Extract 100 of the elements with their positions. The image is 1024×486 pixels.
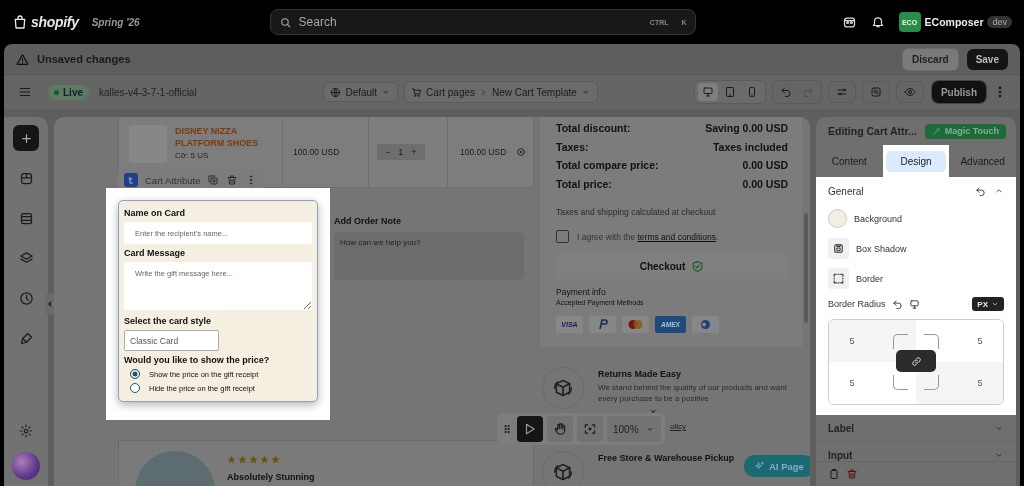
settings-icon[interactable] xyxy=(19,424,33,438)
unsaved-changes-title: Unsaved changes xyxy=(37,53,131,65)
order-note-field[interactable]: How can we help you? xyxy=(334,232,524,280)
field-label: Card Message xyxy=(124,248,187,258)
gradient-orb-icon[interactable] xyxy=(12,452,40,480)
magnifier-square-icon xyxy=(869,86,882,98)
checkout-note: Taxes and shipping calculated at checkout xyxy=(556,207,717,217)
menu-icon[interactable] xyxy=(18,85,32,99)
focus-tool-button[interactable] xyxy=(577,416,603,442)
cart-icon xyxy=(411,86,423,98)
card-style-select[interactable]: Classic Card xyxy=(124,330,219,351)
settings-tab[interactable]: Design xyxy=(882,145,950,177)
radio-button[interactable] xyxy=(130,369,140,379)
dev-badge: dev xyxy=(987,16,1012,28)
logo-text[interactable]: shopify xyxy=(31,14,79,30)
search-input[interactable]: Search xyxy=(296,14,637,30)
summary-label: Total price: xyxy=(556,177,612,190)
delete-icon[interactable] xyxy=(846,468,858,480)
eye-icon xyxy=(903,86,916,98)
desktop-icon[interactable] xyxy=(908,298,920,310)
box-icon xyxy=(18,170,34,186)
field-label: Name on Card xyxy=(124,208,186,218)
radius-value-field[interactable]: 5 xyxy=(957,336,1003,346)
feature-title: Free Store & Warehouse Pickup xyxy=(598,453,735,463)
inspect-button[interactable] xyxy=(861,81,890,103)
tablet-icon xyxy=(723,86,736,98)
terms-link[interactable]: terms and conditions xyxy=(637,231,716,242)
corner-radius-icon xyxy=(893,334,908,349)
increase-button[interactable]: + xyxy=(411,147,417,157)
breadcrumb-item[interactable]: Cart pages xyxy=(426,86,475,98)
clock-icon xyxy=(18,290,34,306)
remove-icon[interactable] xyxy=(516,147,527,157)
border-setting-button[interactable] xyxy=(828,268,849,289)
setting-label[interactable]: Border xyxy=(856,273,883,284)
language-dropdown[interactable]: Default xyxy=(323,82,399,102)
clipboard-icon[interactable] xyxy=(828,468,840,480)
duplicate-icon[interactable] xyxy=(207,174,220,186)
store-name[interactable]: EComposer xyxy=(924,16,984,28)
shopping-bag-icon xyxy=(12,14,28,30)
store-icon[interactable] xyxy=(841,14,857,30)
zoom-dropdown[interactable]: 100% xyxy=(607,416,661,442)
panel-title: Editing Cart Attr... xyxy=(828,125,917,137)
link-values-button[interactable] xyxy=(896,350,936,372)
save-button[interactable]: Save xyxy=(966,48,1008,70)
link-icon xyxy=(910,355,922,367)
element-type-icon xyxy=(124,173,138,187)
decrease-button[interactable]: − xyxy=(385,147,391,157)
preview-button[interactable] xyxy=(895,81,924,103)
summary-value: 0.00 USD xyxy=(742,159,788,172)
ai-page-button[interactable]: AI Page xyxy=(744,455,810,477)
unit-price: 100.00 USD xyxy=(293,147,340,157)
search-icon xyxy=(278,15,292,29)
terms-checkbox[interactable] xyxy=(556,230,569,243)
reset-icon[interactable] xyxy=(975,185,986,197)
desktop-view-button[interactable] xyxy=(697,83,718,101)
publish-button[interactable]: Publish xyxy=(931,81,986,103)
focus-icon xyxy=(583,422,597,436)
sliders-button[interactable] xyxy=(827,81,856,103)
corner-radius-icon xyxy=(924,334,939,349)
unit-dropdown[interactable]: PX xyxy=(972,297,1004,311)
reset-icon[interactable] xyxy=(891,298,903,310)
settings-tab[interactable]: Content xyxy=(816,145,883,177)
radius-value-field[interactable]: 5 xyxy=(957,378,1003,388)
plus-tool-button[interactable] xyxy=(13,125,39,151)
setting-label[interactable]: Background xyxy=(854,213,903,224)
drag-handle-icon[interactable] xyxy=(501,423,513,435)
quantity-stepper[interactable]: − 1 + xyxy=(377,144,425,160)
desktop-icon xyxy=(701,86,714,98)
summary-value: Saving 0.00 USD xyxy=(705,122,788,135)
pointer-tool-button[interactable] xyxy=(517,416,543,442)
hand-tool-button[interactable] xyxy=(547,416,573,442)
settings-tab[interactable]: Advanced xyxy=(949,145,1016,177)
summary-label: Total discount: xyxy=(556,122,631,135)
collapse-handle-icon[interactable] xyxy=(46,293,54,315)
theme-name: kalles-v4-3-7-1-official xyxy=(99,86,197,98)
magic-touch-button[interactable]: Magic Touch xyxy=(924,123,1006,139)
notification-bell-icon[interactable] xyxy=(870,15,885,29)
review-title: Absolutely Stunning xyxy=(227,472,315,482)
group-title[interactable]: Input xyxy=(828,449,853,461)
summary-value: Taxes included xyxy=(712,140,788,153)
color-swatch[interactable] xyxy=(828,209,847,228)
shadow-setting-button[interactable] xyxy=(828,238,849,259)
page-breadcrumb[interactable]: Cart pages New Cart Template xyxy=(404,81,598,103)
radius-value-field[interactable]: 5 xyxy=(829,378,875,388)
setting-label[interactable]: Box Shadow xyxy=(856,243,907,254)
policy-link[interactable]: olicy xyxy=(670,422,686,431)
discard-button[interactable]: Discard xyxy=(901,47,959,71)
breadcrumb-item[interactable]: New Cart Template xyxy=(492,86,577,98)
package-arrows-icon xyxy=(553,378,573,398)
warning-icon xyxy=(16,52,29,66)
order-note-label: Add Order Note xyxy=(334,216,402,226)
radio-button[interactable] xyxy=(130,383,140,393)
sliders-icon xyxy=(835,86,848,98)
radius-value-field[interactable]: 5 xyxy=(829,336,875,346)
summary-label: Taxes: xyxy=(556,140,589,153)
hand-icon xyxy=(553,422,567,436)
group-title[interactable]: Label xyxy=(828,422,855,434)
delete-icon[interactable] xyxy=(226,174,239,186)
feature-title: Returns Made Easy xyxy=(598,369,683,379)
chevron-right-icon xyxy=(479,87,488,97)
